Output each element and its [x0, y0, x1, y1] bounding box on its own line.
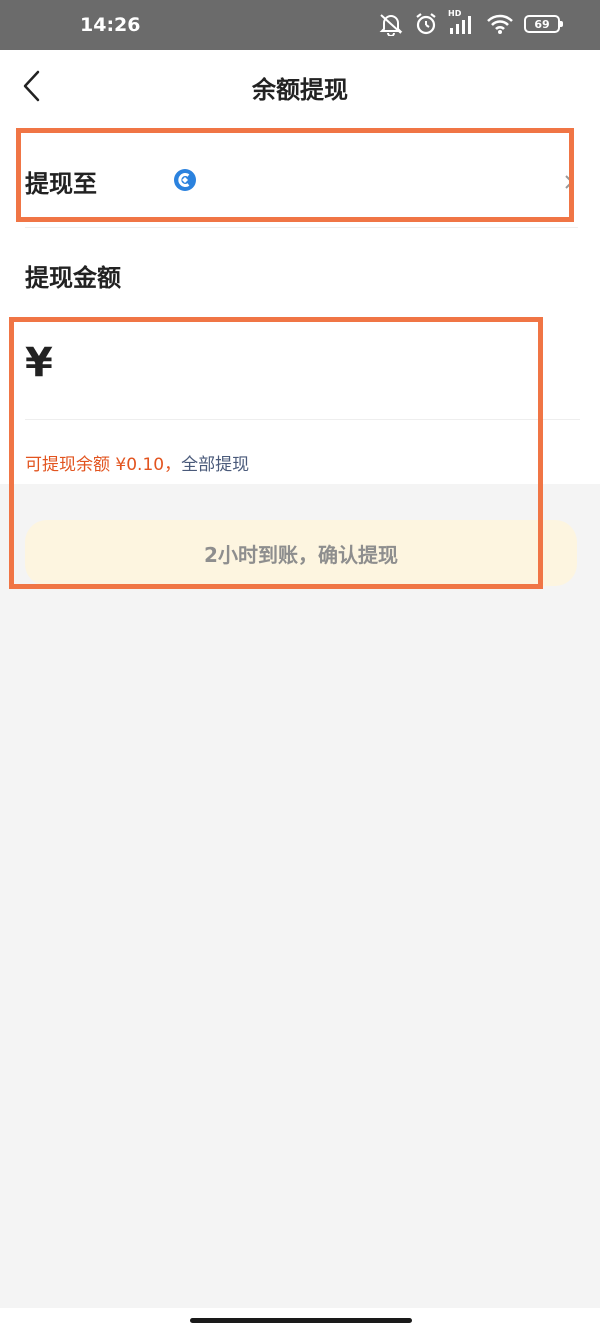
battery-level: 69	[534, 17, 550, 31]
status-icons: HD 69	[378, 9, 563, 36]
status-time: 14:26	[80, 14, 141, 36]
page-title: 余额提现	[252, 76, 348, 104]
currency-symbol: ¥	[25, 340, 53, 386]
home-indicator[interactable]	[190, 1318, 412, 1323]
amount-input[interactable]	[73, 346, 577, 398]
confirm-withdraw-button[interactable]: 2小时到账，确认提现	[25, 520, 577, 586]
withdraw-to-row[interactable]: 提现至	[0, 130, 600, 226]
amount-label: 提现金额	[25, 264, 121, 292]
chevron-right-icon	[565, 175, 574, 189]
gesture-bar	[0, 1308, 600, 1333]
available-balance: 可提现余额 ¥0.10，	[25, 455, 182, 475]
withdraw-to-label: 提现至	[25, 170, 97, 198]
wifi-icon	[487, 14, 513, 34]
alarm-icon	[416, 13, 436, 35]
withdraw-all-link[interactable]: 全部提现	[181, 455, 249, 475]
cellular-signal-icon	[450, 16, 471, 34]
battery-icon: 69	[524, 15, 563, 33]
signal-group: HD	[448, 9, 476, 36]
mute-bell-icon	[379, 14, 403, 36]
nav-bar: 余额提现	[0, 50, 600, 122]
divider	[25, 419, 580, 420]
confirm-withdraw-label: 2小时到账，确认提现	[204, 542, 398, 567]
divider	[25, 227, 578, 228]
amount-input-row: ¥	[25, 340, 580, 410]
balance-line: 可提现余额 ¥0.10，全部提现	[25, 450, 249, 475]
status-bar: 14:26 HD 69	[0, 0, 600, 50]
bank-logo-icon	[174, 169, 196, 191]
